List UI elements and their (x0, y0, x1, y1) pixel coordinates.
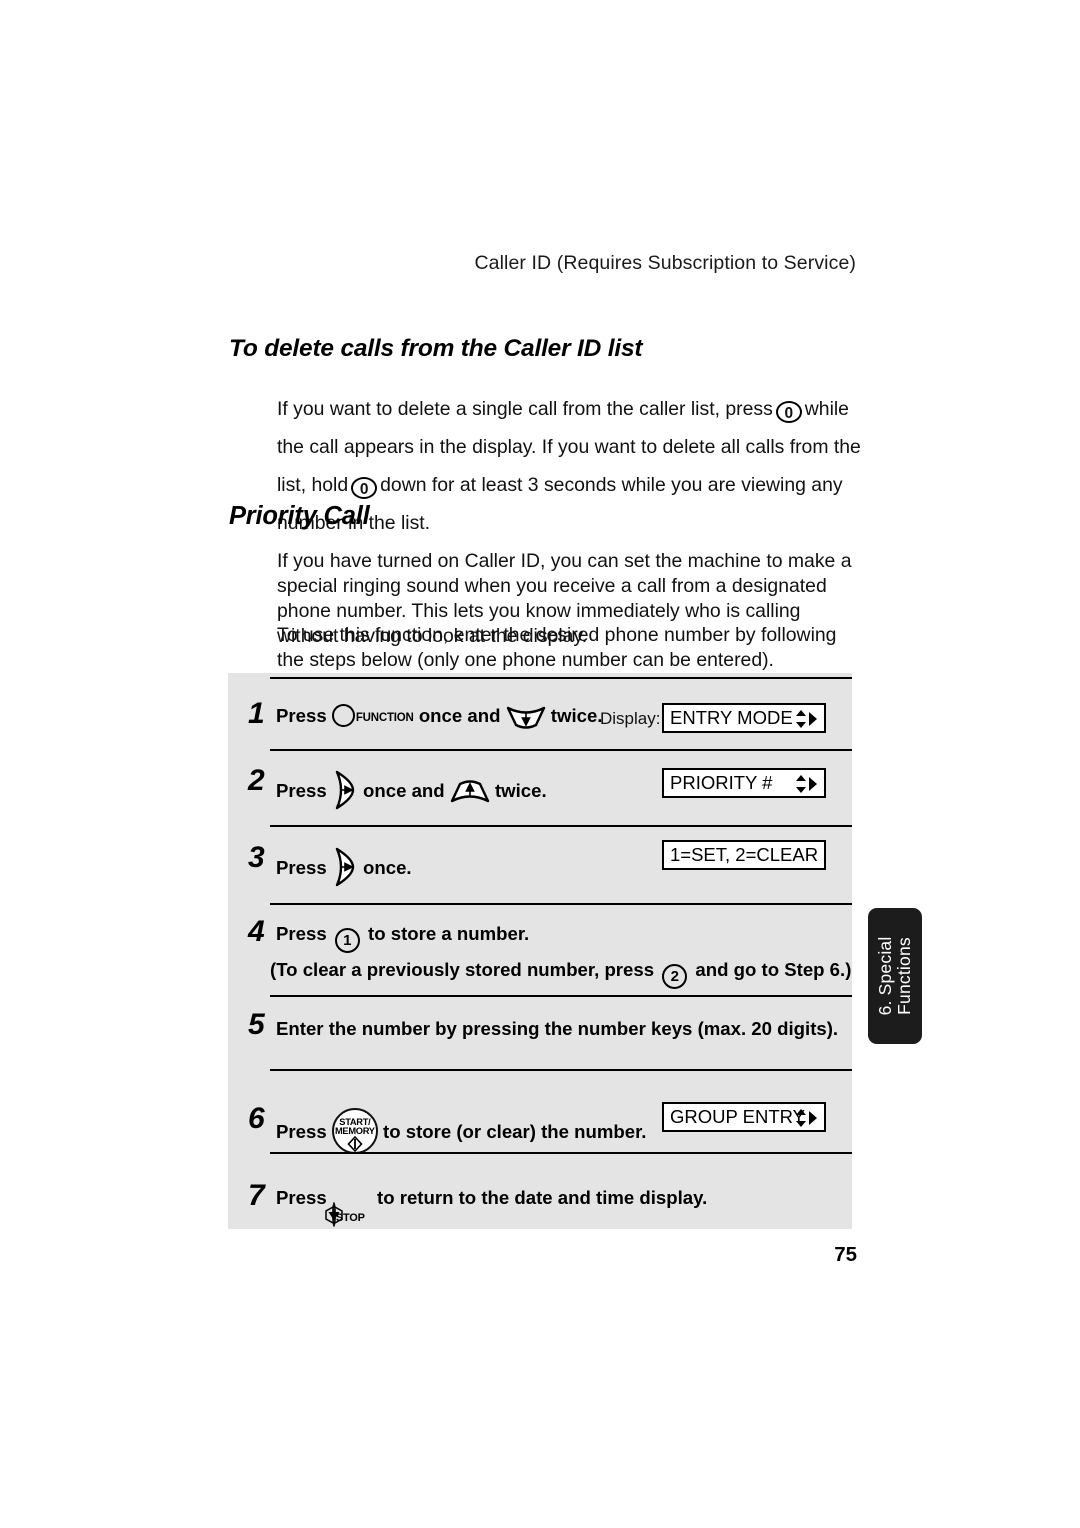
up-down-right-arrows-icon (794, 1107, 818, 1129)
sub-text-part2: and go to Step 6.) (695, 959, 852, 980)
step-divider (270, 903, 852, 905)
step-instruction: Enter the number by pressing the number … (276, 1018, 839, 1039)
steps-panel: 1 Press FUNCTION once and twice. Display… (228, 673, 852, 1229)
step-instruction: Press once and twice. (276, 770, 547, 817)
lcd-display: 1=SET, 2=CLEAR (662, 840, 826, 870)
end-text: twice. (494, 780, 547, 801)
start-memory-button-icon: START/ MEMORY (331, 1108, 378, 1154)
key-zero-icon: 0 (351, 477, 378, 499)
end-text: once. (363, 857, 412, 878)
side-tab-line2: Functions (894, 937, 914, 1015)
stop-triangle-icon (325, 1205, 343, 1224)
page-number: 75 (834, 1243, 857, 1266)
key-two-icon: 2 (662, 964, 688, 989)
mid-text: once and (363, 780, 445, 801)
heading-delete-calls: To delete calls from the Caller ID list (229, 335, 643, 362)
up-down-right-arrows-icon (794, 708, 818, 730)
step-divider (270, 749, 852, 751)
press-label: Press (276, 780, 327, 801)
step-divider (270, 995, 852, 997)
function-round-key-icon (331, 704, 355, 727)
stop-circle (325, 1202, 343, 1227)
end-text: to store (or clear) the number. (383, 1121, 647, 1142)
step-divider (270, 1152, 852, 1154)
key-one-icon: 1 (334, 928, 360, 953)
start-diamond-icon (347, 1136, 363, 1152)
step-instruction: Press once. (276, 847, 412, 894)
lcd-display: ENTRY MODE (662, 703, 826, 733)
function-key-label: FUNCTION (355, 712, 414, 724)
mid-text: once and (418, 705, 501, 726)
step-instruction: Press 1 to store a number. (276, 921, 529, 953)
step-divider (270, 1069, 852, 1071)
step-substep-note: (To clear a previously stored number, pr… (270, 959, 851, 989)
step-instruction: Press FUNCTION once and twice. (276, 703, 602, 736)
side-tab-line1: 6. Special (875, 936, 895, 1016)
press-label: Press (276, 857, 327, 878)
right-arrow-crescent-key-icon (332, 770, 358, 817)
down-arrow-fan-key-icon (506, 705, 546, 736)
step-number: 3 (248, 841, 265, 874)
up-down-right-arrows-icon (794, 773, 818, 795)
up-arrow-fan-key-icon (450, 780, 490, 811)
stop-button-icon: STOP (325, 1202, 372, 1231)
lcd-display: PRIORITY # (662, 768, 826, 798)
key-zero-icon: 0 (775, 401, 802, 423)
side-tab-special-functions: 6. Special Functions (868, 908, 922, 1044)
step-number: 5 (248, 1008, 265, 1041)
press-label: Press (276, 705, 327, 726)
right-arrow-crescent-key-icon (332, 847, 358, 894)
step-instruction: Press STOP to return to the date and tim… (276, 1185, 707, 1231)
end-text: twice. (550, 705, 603, 726)
step-number: 4 (248, 915, 265, 948)
end-text: to return to the date and time display. (377, 1187, 708, 1208)
press-label: Press (276, 923, 327, 944)
step-number: 6 (248, 1102, 265, 1135)
step-instruction: Press START/ MEMORY to store (or clear) … (276, 1108, 646, 1154)
display-label: Display: (600, 709, 661, 728)
lcd-text: ENTRY MODE (670, 707, 793, 728)
sub-text-part1: (To clear a previously stored number, pr… (270, 959, 655, 980)
heading-priority-call: Priority Call (229, 502, 370, 530)
step-divider (270, 677, 852, 679)
side-tab-text: 6. Special Functions (875, 936, 914, 1016)
lcd-text: PRIORITY # (670, 772, 773, 793)
step-number: 1 (248, 697, 265, 730)
step-divider (270, 825, 852, 827)
end-text: to store a number. (368, 923, 530, 944)
step-number: 7 (248, 1179, 265, 1212)
lcd-text: GROUP ENTRY (670, 1106, 806, 1127)
delete-text-part1: If you want to delete a single call from… (277, 398, 773, 420)
lcd-text: 1=SET, 2=CLEAR (670, 844, 819, 865)
step-number: 2 (248, 764, 265, 797)
lcd-display: GROUP ENTRY (662, 1102, 826, 1132)
paragraph-priority-call-2: To use this function, enter the desired … (277, 624, 837, 671)
running-head: Caller ID (Requires Subscription to Serv… (474, 252, 856, 274)
press-label: Press (276, 1187, 327, 1208)
press-label: Press (276, 1121, 327, 1142)
